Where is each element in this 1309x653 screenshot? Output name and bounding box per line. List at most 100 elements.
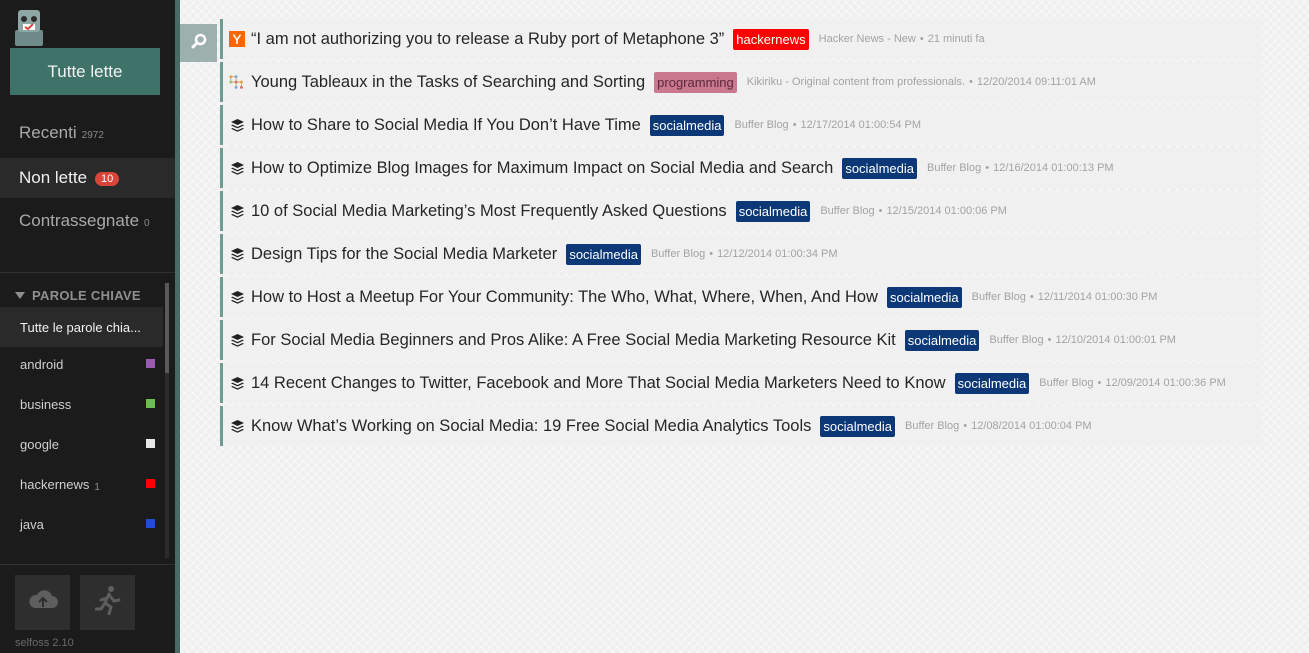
item-tag-badge[interactable]: programming — [654, 71, 737, 93]
filter-starred-label: Contrassegnate — [19, 211, 140, 230]
mark-all-read-button[interactable]: Tutte lette — [10, 48, 160, 95]
buffer-icon — [229, 375, 245, 391]
item-title[interactable]: How to Host a Meetup For Your Community:… — [251, 288, 878, 307]
item-source: Hacker News - New — [818, 33, 916, 45]
unread-count-badge: 10 — [95, 172, 120, 186]
item-tag-badge[interactable]: socialmedia — [566, 243, 641, 265]
buffer-icon — [229, 418, 245, 434]
item-date: 12/17/2014 01:00:54 PM — [800, 119, 922, 131]
item-tag-badge[interactable]: hackernews — [733, 28, 809, 50]
tag-label: business — [20, 396, 72, 412]
meta-separator: • — [792, 119, 797, 131]
item-source: Buffer Blog — [905, 420, 960, 432]
item-date: 12/12/2014 01:00:34 PM — [717, 248, 838, 260]
filter-recent-count: 2972 — [81, 130, 104, 141]
item-tag-badge[interactable]: socialmedia — [649, 114, 725, 136]
hn-icon — [229, 31, 245, 47]
tag-business[interactable]: business — [0, 384, 163, 424]
item-title[interactable]: For Social Media Beginners and Pros Alik… — [251, 331, 896, 350]
item-title[interactable]: Know What’s Working on Social Media: 19 … — [251, 417, 811, 436]
item-source: Kikiriku - Original content from profess… — [746, 76, 965, 88]
tag-label: java — [20, 516, 44, 532]
item-title[interactable]: How to Share to Social Media If You Don’… — [251, 116, 641, 135]
item-source: Buffer Blog — [989, 334, 1044, 346]
logout-button[interactable] — [80, 575, 135, 630]
tag-color-swatch[interactable] — [146, 359, 155, 368]
item-title[interactable]: Young Tableaux in the Tasks of Searching… — [251, 73, 645, 92]
item-source: Buffer Blog — [1039, 377, 1094, 389]
refresh-button[interactable] — [15, 575, 70, 630]
buffer-icon — [229, 289, 245, 305]
tag-label: hackernews — [20, 476, 90, 492]
item-date: 12/15/2014 01:00:06 PM — [886, 205, 1007, 217]
item-tag-badge[interactable]: socialmedia — [954, 372, 1030, 394]
item-source: Buffer Blog — [820, 205, 875, 217]
sidebar-divider — [0, 564, 175, 565]
tags-section-toggle[interactable]: PAROLE CHIAVE — [15, 288, 141, 303]
filter-recent[interactable]: Recenti 2972 — [0, 113, 175, 153]
filter-recent-label: Recenti — [19, 123, 77, 142]
tag-color-swatch[interactable] — [146, 399, 155, 408]
tag-hackernews[interactable]: hackernews 1 — [0, 464, 163, 504]
buffer-icon — [229, 160, 245, 176]
item-tag-badge[interactable]: socialmedia — [842, 157, 917, 179]
tag-android[interactable]: android — [0, 344, 163, 384]
filter-starred-count: 0 — [144, 218, 150, 229]
item-title[interactable]: How to Optimize Blog Images for Maximum … — [251, 159, 833, 178]
meta-separator: • — [969, 76, 973, 88]
tag-all[interactable]: Tutte le parole chia... — [0, 307, 163, 347]
tag-color-swatch[interactable] — [146, 479, 155, 488]
item-date: 12/11/2014 01:00:30 PM — [1037, 291, 1158, 303]
tag-color-swatch[interactable] — [146, 439, 155, 448]
feed-item[interactable]: “I am not authorizing you to release a R… — [220, 19, 1262, 59]
meta-separator: • — [1097, 377, 1102, 389]
item-tag-badge[interactable]: socialmedia — [735, 200, 811, 222]
feed-item[interactable]: How to Share to Social Media If You Don’… — [220, 105, 1262, 145]
item-date: 12/20/2014 09:11:01 AM — [976, 76, 1096, 88]
item-source: Buffer Blog — [926, 162, 982, 174]
meta-separator: • — [878, 205, 883, 217]
filter-unread-label: Non lette — [19, 168, 88, 187]
meta-separator: • — [1047, 334, 1052, 346]
item-title[interactable]: 14 Recent Changes to Twitter, Facebook a… — [251, 374, 946, 393]
feed-item[interactable]: For Social Media Beginners and Pros Alik… — [220, 320, 1262, 360]
search-button[interactable] — [180, 24, 217, 62]
feed-item[interactable]: 14 Recent Changes to Twitter, Facebook a… — [220, 363, 1262, 403]
item-tag-badge[interactable]: socialmedia — [886, 286, 962, 308]
item-date: 12/08/2014 01:00:04 PM — [971, 420, 1092, 432]
item-date: 12/10/2014 01:00:01 PM — [1055, 334, 1176, 346]
tags-scrollbar-thumb[interactable] — [165, 283, 169, 373]
buffer-icon — [229, 332, 245, 348]
item-tag-badge[interactable]: socialmedia — [904, 329, 980, 351]
feed-item[interactable]: How to Host a Meetup For Your Community:… — [220, 277, 1262, 317]
item-source: Buffer Blog — [971, 291, 1026, 303]
buffer-icon — [229, 246, 245, 262]
selfoss-logo-icon — [13, 8, 45, 48]
item-source: Buffer Blog — [650, 248, 706, 260]
feed-item[interactable]: Know What’s Working on Social Media: 19 … — [220, 406, 1262, 446]
tag-label: Tutte le parole chia... — [20, 319, 141, 335]
filter-starred[interactable]: Contrassegnate 0 — [0, 201, 175, 241]
item-title[interactable]: 10 of Social Media Marketing’s Most Freq… — [251, 202, 727, 221]
feed-item[interactable]: How to Optimize Blog Images for Maximum … — [220, 148, 1262, 188]
magnifier-icon — [191, 33, 207, 54]
item-title[interactable]: Design Tips for the Social Media Markete… — [251, 245, 557, 264]
item-date: 12/09/2014 01:00:36 PM — [1105, 377, 1226, 389]
feed-item[interactable]: Design Tips for the Social Media Markete… — [220, 234, 1262, 274]
meta-separator: • — [985, 162, 990, 174]
item-date: 21 minuti fa — [927, 33, 985, 45]
item-title[interactable]: “I am not authorizing you to release a R… — [251, 30, 724, 49]
meta-separator: • — [919, 33, 924, 45]
app-version: selfoss 2.10 — [15, 637, 74, 649]
feed-item[interactable]: 10 of Social Media Marketing’s Most Freq… — [220, 191, 1262, 231]
tag-color-swatch[interactable] — [146, 519, 155, 528]
feed-item[interactable]: Young Tableaux in the Tasks of Searching… — [220, 62, 1262, 102]
sidebar-divider — [0, 272, 175, 273]
tag-java[interactable]: java — [0, 504, 163, 544]
caret-down-icon — [15, 292, 25, 299]
meta-separator: • — [1029, 291, 1034, 303]
tag-google[interactable]: google — [0, 424, 163, 464]
item-tag-badge[interactable]: socialmedia — [820, 415, 896, 437]
meta-separator: • — [963, 420, 968, 432]
filter-unread[interactable]: Non lette 10 — [0, 158, 175, 198]
